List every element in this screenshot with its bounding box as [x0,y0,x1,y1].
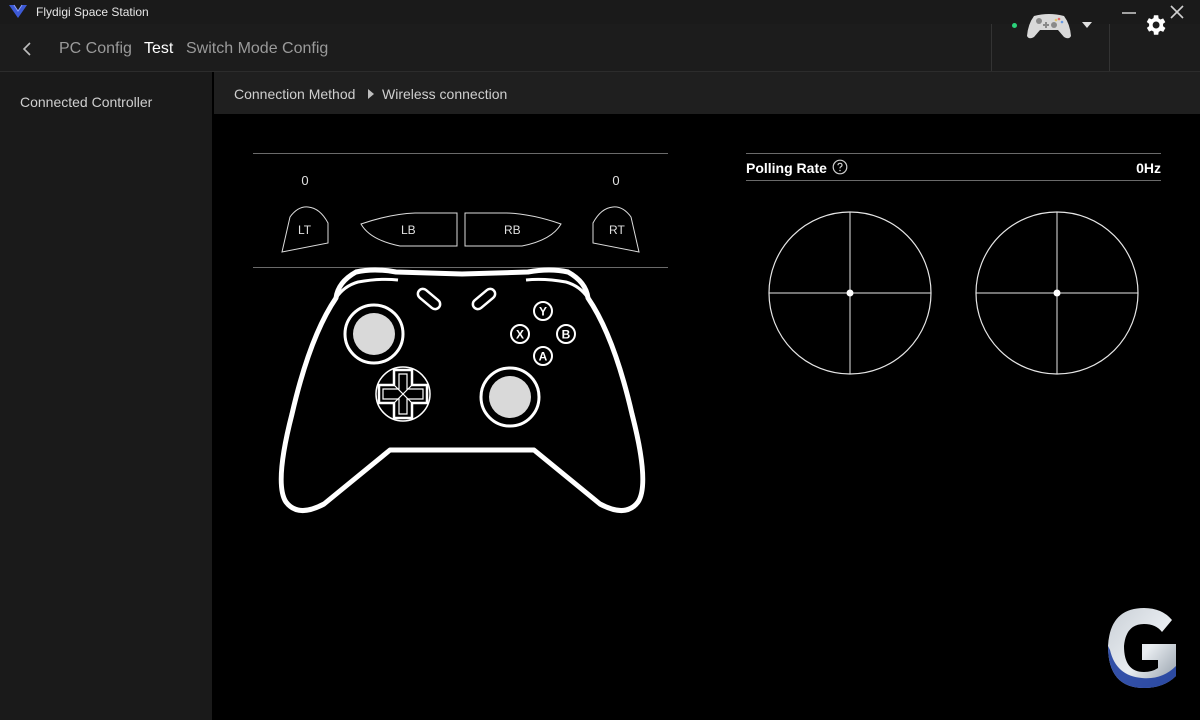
divider [746,153,1161,154]
g-watermark-logo-icon [1108,608,1176,688]
left-stick-plot [768,211,932,375]
minimize-icon [1122,12,1136,14]
face-button-y-label: Y [539,305,547,319]
controller-thumbnail-icon [1027,14,1071,39]
divider [746,180,1161,181]
help-icon[interactable] [832,159,848,175]
lt-value: 0 [301,173,309,188]
face-button-a: A [533,346,553,366]
face-button-x-label: X [516,328,524,342]
close-icon [1170,5,1184,19]
face-button-a-label: A [539,350,548,364]
polling-rate-label: Polling Rate [746,160,827,176]
breadcrumb-connection-method[interactable]: Connection Method [234,86,355,102]
sidebar-item-connected-controller[interactable]: Connected Controller [20,94,152,110]
test-panel: 0 0 LT LB RB RT Y X B A Polling Rate 0Hz [214,114,1200,720]
menu-button [471,287,497,311]
flydigi-logo-icon [9,4,27,18]
rt-value: 0 [612,173,620,188]
app-title: Flydigi Space Station [36,5,149,19]
rb-label: RB [504,223,521,237]
breadcrumb-wireless-connection: Wireless connection [382,86,508,102]
face-button-x: X [510,324,530,344]
breadcrumb-arrow-icon [368,89,374,99]
face-button-y: Y [533,301,553,321]
face-button-b: B [556,324,576,344]
view-button [416,287,442,311]
nav-bar: PC Config Test Switch Mode Config [0,24,1200,72]
face-button-b-label: B [562,328,571,342]
dpad [375,366,431,422]
divider [253,153,668,154]
nav-divider [1109,24,1110,71]
tab-test[interactable]: Test [144,40,173,58]
lb-label: LB [401,223,416,237]
chevron-left-icon [22,42,31,56]
right-stick-plot [975,211,1139,375]
left-stick [343,303,405,365]
lt-label: LT [298,223,312,237]
polling-rate-value: 0Hz [1136,160,1161,176]
tab-switch-mode-config[interactable]: Switch Mode Config [186,40,328,58]
breadcrumb: Connection Method Wireless connection [214,72,1200,114]
right-stick [479,366,541,428]
controller-outline [278,267,646,513]
tab-pc-config[interactable]: PC Config [59,40,132,58]
chevron-down-icon[interactable] [1082,22,1092,28]
settings-gear-icon[interactable] [1142,12,1168,38]
connection-status-dot [1012,23,1017,28]
rt-label: RT [609,223,625,237]
title-bar: Flydigi Space Station [0,0,1200,24]
back-button[interactable] [14,36,40,62]
left-stick-position-dot [846,289,854,297]
right-stick-position-dot [1053,289,1061,297]
sidebar: Connected Controller [0,72,212,720]
controller-diagram: Y X B A [278,267,646,513]
